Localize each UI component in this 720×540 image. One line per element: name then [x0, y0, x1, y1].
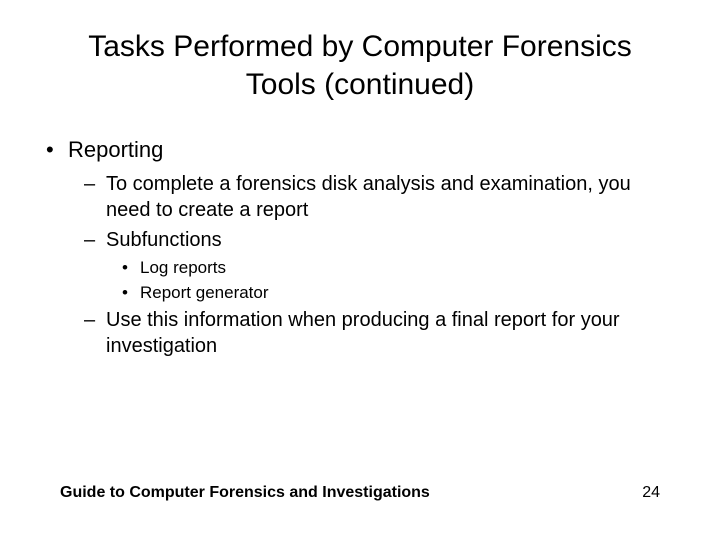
bullet-level3: Log reports — [40, 257, 680, 280]
footer-text: Guide to Computer Forensics and Investig… — [60, 484, 430, 502]
bullet-level1: Reporting — [40, 135, 680, 165]
bullet-level2: Subfunctions — [40, 227, 680, 253]
bullet-level2: Use this information when producing a fi… — [40, 307, 680, 359]
slide-title: Tasks Performed by Computer Forensics To… — [40, 28, 680, 103]
bullet-level2: To complete a forensics disk analysis an… — [40, 171, 680, 223]
page-number: 24 — [642, 484, 660, 502]
slide-footer: Guide to Computer Forensics and Investig… — [0, 484, 720, 502]
bullet-level3: Report generator — [40, 282, 680, 305]
